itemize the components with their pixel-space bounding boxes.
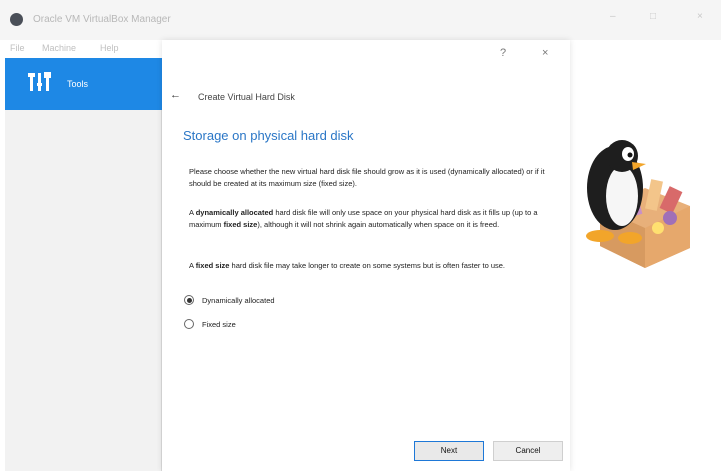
- text-fragment: A: [189, 208, 196, 217]
- tools-icon: [28, 72, 51, 91]
- option-label: Fixed size: [202, 319, 236, 329]
- tools-sidebar: Tools: [5, 58, 162, 471]
- text-fragment: ), although it will not shrink again aut…: [257, 219, 500, 229]
- create-virtual-hard-disk-dialog: ? × ← Create Virtual Hard Disk Storage o…: [162, 40, 570, 471]
- option-fixed-size[interactable]: Fixed size: [184, 317, 236, 331]
- next-button[interactable]: Next: [414, 441, 484, 461]
- radio-button-selected[interactable]: [184, 295, 194, 305]
- radio-dot-icon: [186, 297, 192, 303]
- menu-file[interactable]: File: [10, 43, 25, 53]
- sidebar-item-label: Tools: [67, 79, 89, 89]
- close-icon[interactable]: ×: [697, 11, 703, 22]
- sidebar-item-tools[interactable]: Tools: [5, 58, 162, 110]
- dialog-close-icon[interactable]: ×: [542, 47, 548, 59]
- fixed-size-paragraph: A fixed size hard disk file may take lon…: [189, 260, 559, 272]
- help-icon[interactable]: ?: [500, 47, 506, 59]
- main-title-bar: Oracle VM VirtualBox Manager – □ ×: [0, 0, 721, 40]
- back-arrow-icon[interactable]: ←: [170, 89, 181, 101]
- wizard-title: Create Virtual Hard Disk: [198, 92, 295, 102]
- virtualbox-app-icon: [10, 13, 23, 26]
- emphasis-dynamically-allocated: dynamically allocated: [195, 208, 274, 217]
- maximize-icon[interactable]: □: [650, 11, 656, 22]
- emphasis-fixed-size: fixed size: [223, 219, 258, 229]
- minimize-icon[interactable]: –: [610, 11, 616, 22]
- menu-machine[interactable]: Machine: [42, 43, 76, 53]
- main-window-title: Oracle VM VirtualBox Manager: [33, 14, 171, 25]
- cancel-button[interactable]: Cancel: [493, 441, 563, 461]
- option-dynamically-allocated[interactable]: Dynamically allocated: [184, 293, 275, 307]
- option-label: Dynamically allocated: [202, 295, 275, 305]
- page-title: Storage on physical hard disk: [183, 128, 354, 143]
- text-fragment: hard disk file may take longer to create…: [229, 261, 506, 270]
- menu-help[interactable]: Help: [100, 43, 119, 53]
- dynamic-allocation-paragraph: A dynamically allocated hard disk file w…: [189, 207, 559, 230]
- radio-button[interactable]: [184, 319, 194, 329]
- emphasis-fixed-size: fixed size: [195, 261, 230, 270]
- text-fragment: A: [189, 261, 196, 270]
- virtualbox-mascot-image: [586, 140, 690, 268]
- description-paragraph: Please choose whether the new virtual ha…: [189, 167, 545, 188]
